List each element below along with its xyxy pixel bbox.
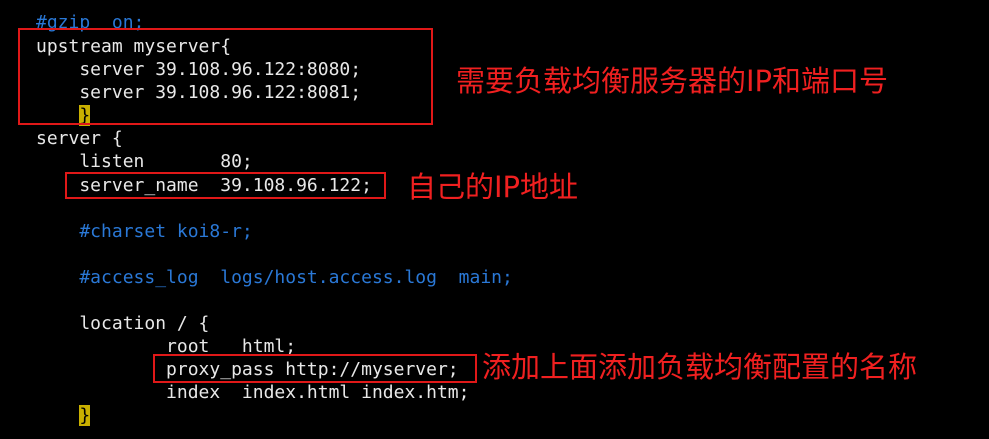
code-line-index: index index.html index.htm; [36, 382, 470, 403]
upstream-annotation: 需要负载均衡服务器的IP和端口号 [456, 64, 889, 98]
code-line-listen: listen 80; [36, 151, 253, 172]
code-line-access-log-comment: #access_log logs/host.access.log main; [36, 267, 513, 288]
server-name-annotation: 自己的IP地址 [407, 170, 579, 204]
upstream-highlight-box [18, 28, 433, 125]
server-name-highlight-box [65, 172, 386, 199]
code-line-server-block: server { [36, 128, 123, 149]
cursor-highlight: } [79, 405, 91, 426]
terminal-window[interactable]: #gzip on; upstream myserver{ server 39.1… [0, 0, 989, 439]
code-line-charset-comment: #charset koi8-r; [36, 221, 253, 242]
proxy-pass-highlight-box [153, 354, 477, 383]
proxy-pass-annotation: 添加上面添加负载均衡配置的名称 [482, 350, 918, 384]
code-line-location-close: } [36, 404, 91, 427]
code-line-location: location / { [36, 313, 210, 334]
